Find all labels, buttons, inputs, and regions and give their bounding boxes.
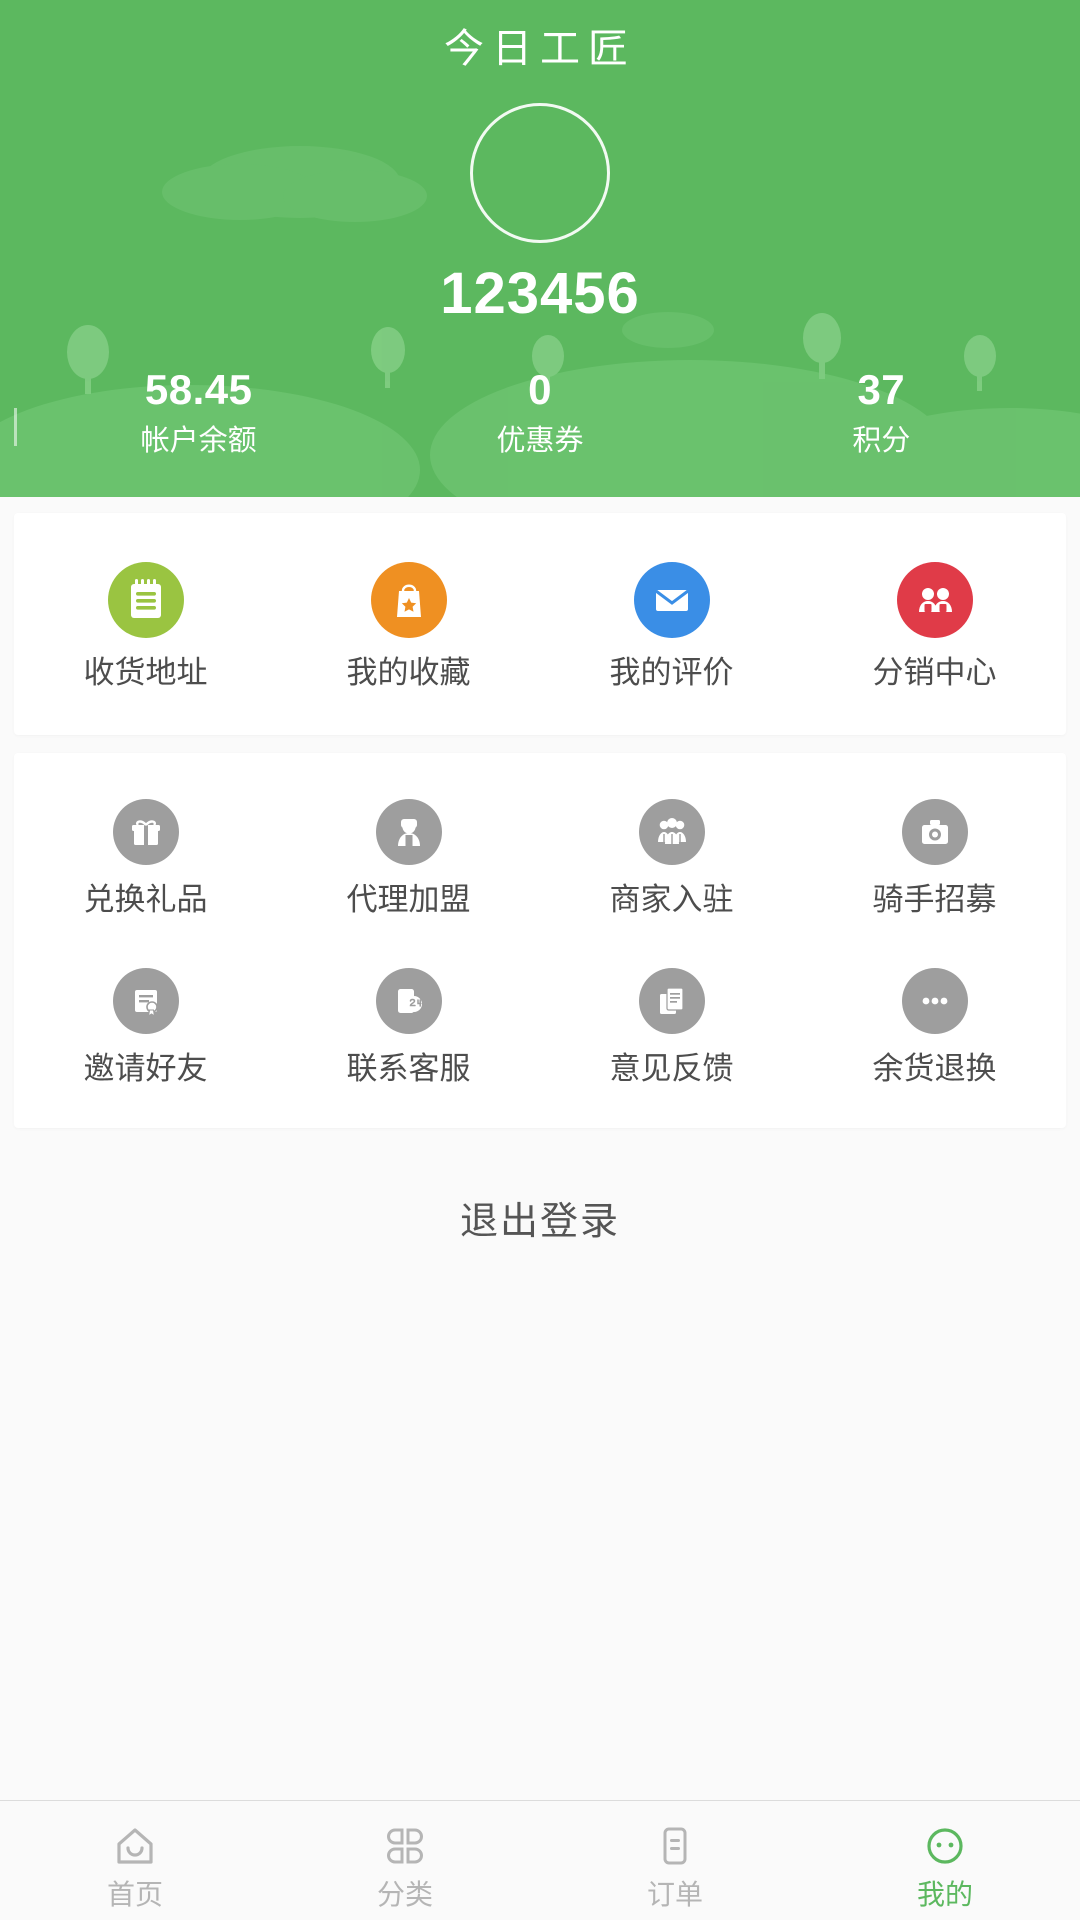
tab-label: 首页 [106,1878,163,1910]
menu-item-reviews[interactable]: 我的评价 [540,562,803,688]
menu-item-return-exchange[interactable]: 余货退换 [803,968,1066,1084]
menu-item-shipping-address[interactable]: 收货地址 [14,562,277,688]
envelope-icon [633,562,710,638]
avatar[interactable] [470,103,610,243]
menu-item-label: 兑换礼品 [83,882,208,917]
stats-row: 58.45 帐户余额 0 优惠券 37 积分 [0,366,1080,458]
menu-item-label: 骑手招募 [872,882,997,917]
person-badge-icon [375,799,442,865]
bottom-tab-bar: 首页 分类 订单 我的 [0,1800,1080,1920]
app-screen: 今日工匠 123456 58.45 帐户余额 0 优惠券 37 积分 收货地址 … [0,0,1080,1920]
group-people-icon [638,799,705,865]
order-list-icon [651,1819,699,1873]
secondary-menu-grid: 兑换礼品 代理加盟 商家入驻 骑手招募 邀请好友 联系客服 意见反馈 余货退换 [14,799,1066,1084]
menu-item-invite-friend[interactable]: 邀请好友 [14,968,277,1084]
camera-icon [901,799,968,865]
menu-item-label: 代理加盟 [346,882,471,917]
ellipsis-icon [901,968,968,1034]
tab-home[interactable]: 首页 [0,1801,270,1920]
menu-item-merchant-entry[interactable]: 商家入驻 [540,799,803,915]
menu-item-label: 分销中心 [872,655,997,690]
menu-item-distribution-center[interactable]: 分销中心 [803,562,1066,688]
tab-mine[interactable]: 我的 [810,1801,1080,1920]
menu-item-feedback[interactable]: 意见反馈 [540,968,803,1084]
two-people-icon [896,562,973,638]
stat-label: 积分 [852,425,911,458]
stat-label: 帐户余额 [140,425,257,458]
gift-box-icon [112,799,179,865]
menu-item-label: 我的收藏 [346,655,471,690]
stat-label: 优惠券 [496,425,584,458]
scroll-indicator-tick [14,408,17,446]
tab-label: 我的 [916,1878,973,1910]
primary-menu-card: 收货地址 我的收藏 我的评价 分销中心 [14,513,1066,735]
tab-label: 订单 [646,1878,703,1910]
clipboard-list-icon [107,562,184,638]
menu-item-label: 我的评价 [609,655,734,690]
menu-item-label: 意见反馈 [609,1051,734,1086]
stat-points[interactable]: 37 积分 [711,366,1052,458]
menu-item-label: 商家入驻 [609,882,734,917]
profile-header: 今日工匠 123456 58.45 帐户余额 0 优惠券 37 积分 [0,0,1080,497]
tab-orders[interactable]: 订单 [540,1801,810,1920]
stat-value: 37 [857,366,906,413]
secondary-menu-card: 兑换礼品 代理加盟 商家入驻 骑手招募 邀请好友 联系客服 意见反馈 余货退换 [14,753,1066,1128]
primary-menu-grid: 收货地址 我的收藏 我的评价 分销中心 [14,562,1066,688]
page-title: 今日工匠 [444,27,636,71]
smiley-face-icon [920,1819,970,1873]
certificate-icon [112,968,179,1034]
menu-item-label: 邀请好友 [83,1051,208,1086]
shopping-bag-star-icon [370,562,447,638]
tab-categories[interactable]: 分类 [270,1801,540,1920]
stat-balance[interactable]: 58.45 帐户余额 [28,366,369,458]
menu-item-contact-support[interactable]: 联系客服 [277,968,540,1084]
menu-item-label: 余货退换 [872,1051,997,1086]
documents-icon [638,968,705,1034]
home-icon [109,1819,161,1873]
menu-item-label: 收货地址 [83,655,208,690]
stat-coupon[interactable]: 0 优惠券 [369,366,710,458]
menu-item-agent-join[interactable]: 代理加盟 [277,799,540,915]
menu-item-label: 联系客服 [346,1051,471,1086]
logout-button[interactable]: 退出登录 [0,1203,1080,1241]
grid-categories-icon [381,1819,429,1873]
tab-label: 分类 [376,1878,433,1910]
menu-item-redeem-gift[interactable]: 兑换礼品 [14,799,277,915]
menu-item-favorites[interactable]: 我的收藏 [277,562,540,688]
menu-item-rider-recruit[interactable]: 骑手招募 [803,799,1066,915]
user-nickname: 123456 [440,261,640,326]
stat-value: 58.45 [144,366,253,413]
stat-value: 0 [528,366,552,413]
phone-24h-support-icon [375,968,442,1034]
